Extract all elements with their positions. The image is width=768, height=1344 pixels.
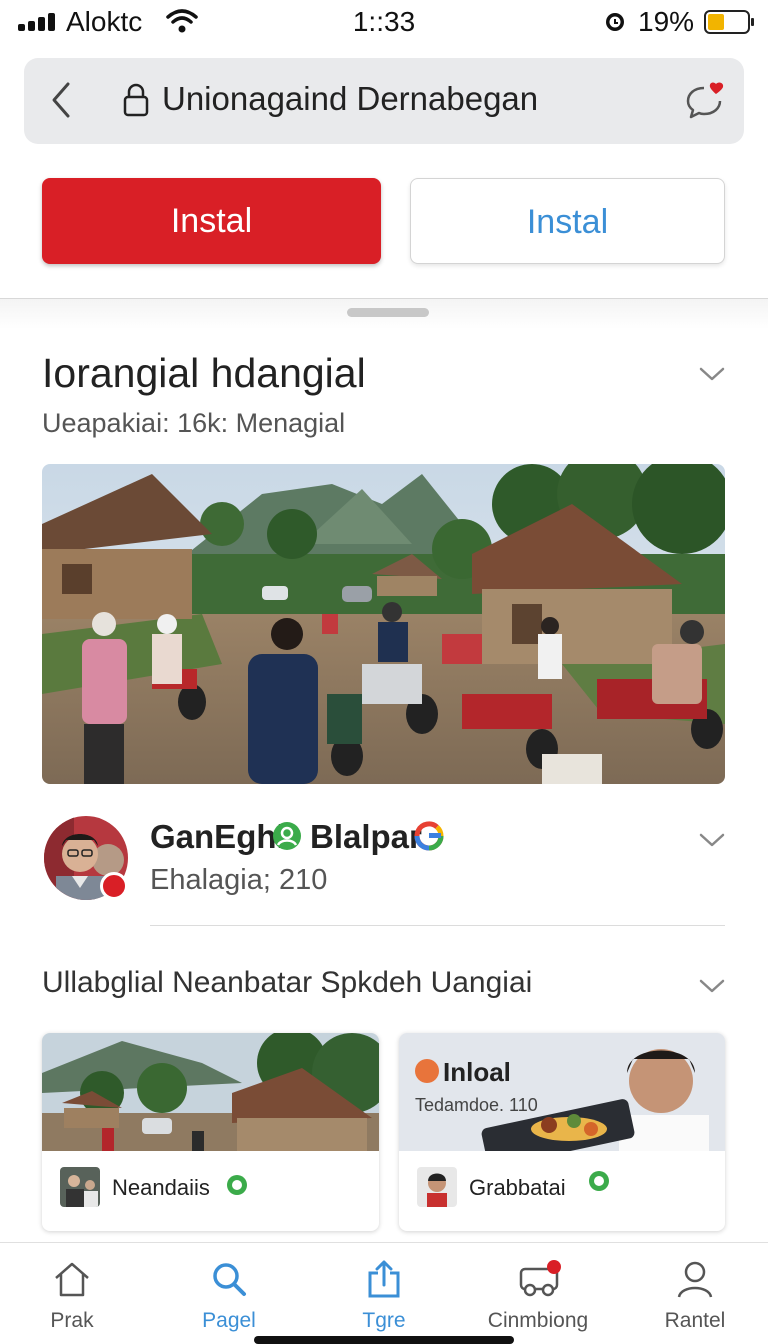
home-icon bbox=[55, 1262, 89, 1297]
nav-item-home[interactable]: Prak bbox=[18, 1243, 126, 1344]
chat-icon[interactable] bbox=[684, 80, 726, 122]
avatar-badge bbox=[100, 872, 128, 900]
car-icon bbox=[519, 1260, 561, 1297]
home-indicator[interactable] bbox=[254, 1336, 514, 1344]
colorful-g-icon bbox=[414, 821, 444, 851]
author-subtitle: Ehalagia; 210 bbox=[150, 864, 328, 896]
related-card-image bbox=[399, 1033, 725, 1151]
battery-fill bbox=[708, 14, 724, 30]
article-hero-image[interactable] bbox=[42, 464, 725, 784]
bottom-navigation: Prak Pagel Tgre Cinmbiong Rantel bbox=[0, 1242, 768, 1344]
nav-item-vehicles[interactable]: Cinmbiong bbox=[476, 1243, 600, 1344]
battery-percent: 19% bbox=[638, 6, 695, 37]
related-card[interactable]: Neandaiis bbox=[42, 1033, 379, 1231]
verified-badge-icon bbox=[589, 1171, 609, 1191]
card-label: Grabbatai bbox=[469, 1175, 566, 1200]
install-button-primary[interactable]: Instal bbox=[42, 178, 381, 264]
nav-label: Prak bbox=[50, 1309, 94, 1332]
article-title: Iorangial hdangial bbox=[42, 350, 366, 396]
nav-label: Pagel bbox=[202, 1309, 256, 1332]
card-thumbnail bbox=[417, 1167, 457, 1207]
drag-handle[interactable] bbox=[347, 308, 429, 317]
nav-item-profile[interactable]: Rantel bbox=[640, 1243, 750, 1344]
related-card-image bbox=[42, 1033, 379, 1151]
nav-item-search[interactable]: Pagel bbox=[174, 1243, 284, 1344]
person-icon bbox=[677, 1261, 713, 1298]
divider bbox=[150, 925, 725, 926]
related-section-title: Ullabglial Neanbatar Spkdeh Uangiai bbox=[42, 966, 533, 999]
article-meta: Ueapakiai: 16k: Menagial bbox=[42, 408, 346, 438]
author-name-first[interactable]: GanEghl bbox=[150, 818, 286, 856]
card-subtitle: Tedamdoe. 110 bbox=[415, 1095, 538, 1115]
verified-badge-icon bbox=[227, 1175, 247, 1195]
url-bar[interactable]: Unionagaind Dernabegan bbox=[24, 58, 744, 144]
nav-item-share[interactable]: Tgre bbox=[330, 1243, 438, 1344]
chevron-down-icon[interactable] bbox=[698, 976, 726, 996]
author-name-second[interactable]: Blalpar bbox=[310, 818, 422, 856]
battery-icon bbox=[704, 10, 754, 34]
card-label: Neandaiis bbox=[112, 1175, 210, 1200]
share-icon bbox=[368, 1260, 400, 1298]
nav-label: Cinmbiong bbox=[487, 1309, 589, 1332]
card-thumbnail bbox=[60, 1167, 100, 1207]
related-card[interactable]: Inloal Tedamdoe. 110 Grabbatai bbox=[399, 1033, 725, 1231]
status-bar: Aloktc 1::33 19% bbox=[0, 0, 768, 44]
alarm-icon bbox=[606, 13, 624, 31]
lock-icon bbox=[123, 83, 149, 117]
nav-label: Rantel bbox=[664, 1309, 726, 1332]
url-text[interactable]: Unionagaind Dernabegan bbox=[162, 80, 538, 118]
nav-label: Tgre bbox=[362, 1309, 406, 1332]
card-title: Inloal bbox=[443, 1057, 511, 1087]
chevron-down-icon[interactable] bbox=[698, 364, 726, 384]
install-button-secondary[interactable]: Instal bbox=[410, 178, 725, 264]
search-icon bbox=[213, 1263, 246, 1296]
back-chevron-icon[interactable] bbox=[46, 80, 76, 120]
chevron-down-icon[interactable] bbox=[698, 830, 726, 850]
verified-badge-icon bbox=[273, 822, 301, 850]
sad-face-icon bbox=[415, 1059, 439, 1083]
